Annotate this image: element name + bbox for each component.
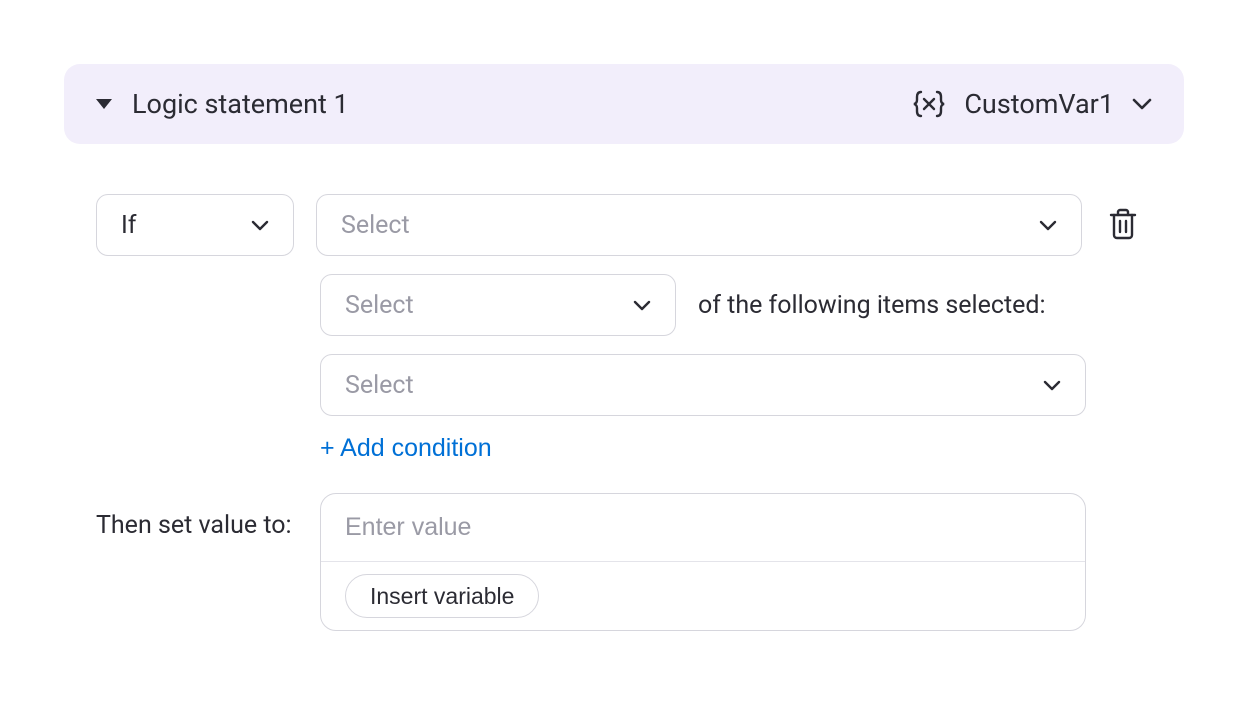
add-condition-button[interactable]: + Add condition xyxy=(320,434,492,463)
condition-row-1: If Select xyxy=(96,194,1184,256)
value-container: Insert variable xyxy=(320,493,1086,631)
if-select-label: If xyxy=(121,211,137,240)
chevron-down-icon xyxy=(1132,95,1152,114)
chevron-down-icon xyxy=(1039,216,1057,235)
logic-statement-card: Logic statement 1 CustomVar1 If xyxy=(0,0,1248,704)
then-row: Then set value to: Insert variable xyxy=(96,493,1184,631)
add-condition-label: + Add condition xyxy=(320,434,492,463)
variable-icon xyxy=(912,87,946,121)
then-label: Then set value to: xyxy=(96,493,298,540)
condition-field-select[interactable]: Select xyxy=(316,194,1082,256)
value-input[interactable] xyxy=(345,513,1061,542)
header-right[interactable]: CustomVar1 xyxy=(912,87,1152,121)
chevron-down-icon xyxy=(633,296,651,315)
header-left: Logic statement 1 xyxy=(96,88,349,120)
trash-icon xyxy=(1108,208,1138,243)
statement-title: Logic statement 1 xyxy=(132,88,349,120)
logic-statement-header[interactable]: Logic statement 1 CustomVar1 xyxy=(64,64,1184,144)
insert-variable-button[interactable]: Insert variable xyxy=(345,574,539,618)
collapse-icon[interactable] xyxy=(96,99,112,109)
value-toolbar: Insert variable xyxy=(321,562,1085,630)
content-area: If Select xyxy=(64,144,1184,631)
variable-name: CustomVar1 xyxy=(964,88,1114,120)
chevron-down-icon xyxy=(1043,376,1061,395)
delete-condition-button[interactable] xyxy=(1104,206,1142,244)
condition-row-3: Select xyxy=(320,354,1184,416)
select-placeholder: Select xyxy=(345,371,414,400)
select-placeholder: Select xyxy=(345,291,414,320)
select-placeholder: Select xyxy=(341,211,410,240)
if-select[interactable]: If xyxy=(96,194,294,256)
condition-items-select[interactable]: Select xyxy=(320,354,1086,416)
value-input-area xyxy=(321,494,1085,562)
items-selected-label: of the following items selected: xyxy=(698,291,1046,320)
condition-row-2: Select of the following items selected: xyxy=(320,274,1184,336)
condition-quantifier-select[interactable]: Select xyxy=(320,274,676,336)
chevron-down-icon xyxy=(251,216,269,235)
